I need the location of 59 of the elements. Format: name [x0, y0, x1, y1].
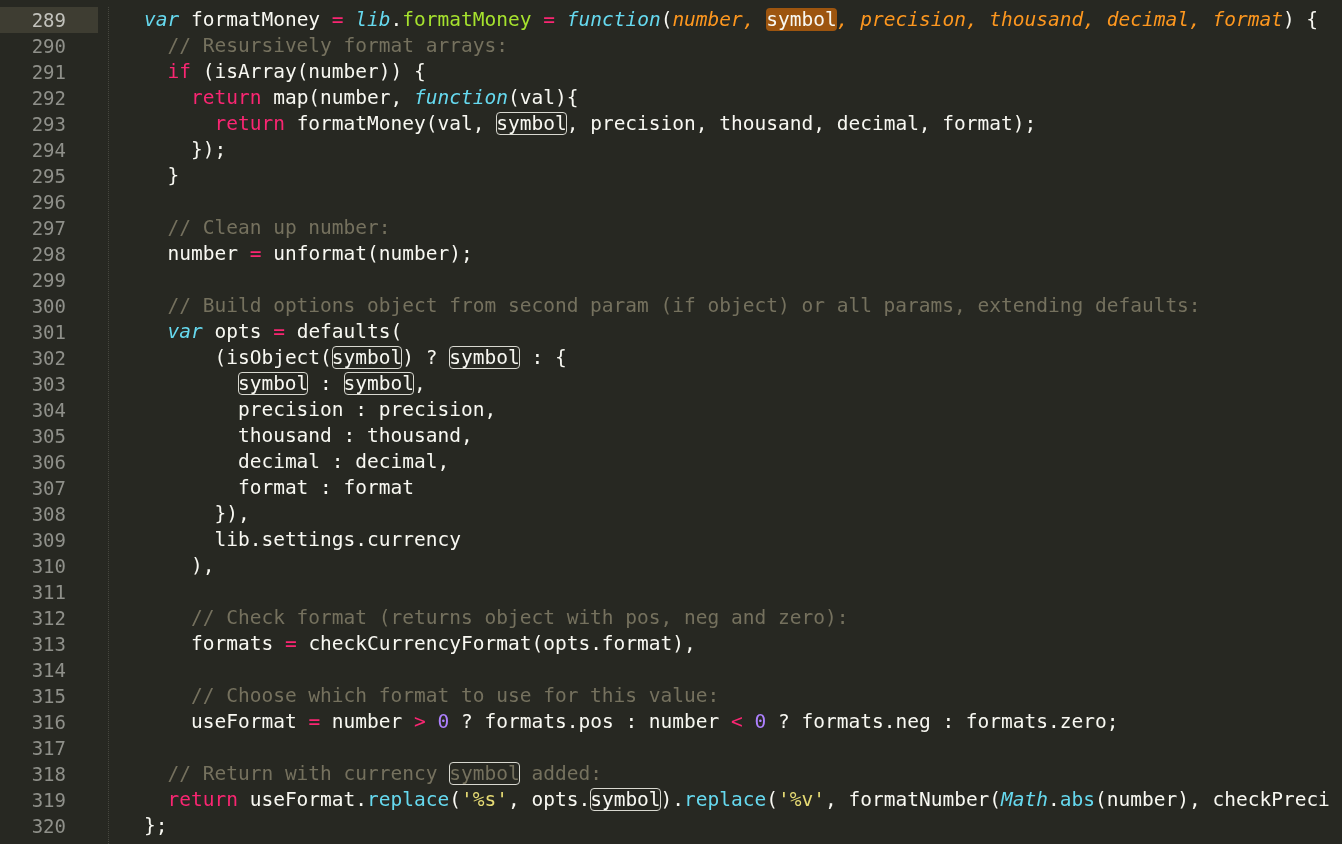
code-line: // Clean up number: [166, 215, 392, 241]
line-number: 303 [30, 372, 67, 397]
code-line: lib.settings.currency [213, 527, 462, 553]
line-number: 291 [30, 60, 67, 85]
line-number: 295 [30, 164, 67, 189]
line-number: 305 [30, 424, 67, 449]
code-line: }), [213, 501, 251, 527]
line-number: 293 [30, 112, 67, 137]
line-number: 296 [30, 190, 67, 215]
code-line: // Resursively format arrays: [166, 33, 509, 59]
code-line: useFormat = number > 0 ? formats.pos : number < 0 ? formats.neg : formats.zero; [189, 709, 1120, 735]
line-number: 319 [30, 788, 67, 813]
code-line: // Choose which format to use for this value: [189, 683, 721, 709]
code-line: }; [144, 813, 169, 839]
line-number: 307 [30, 476, 67, 501]
code-line: // Return with currency symbol added: [166, 761, 603, 787]
code-line: // Check format (returns object with pos, neg and zero): [189, 605, 850, 631]
code-line: return formatMoney(val, symbol, precision, thousand, decimal, format); [213, 111, 1038, 137]
line-number: 300 [30, 294, 67, 319]
code-line: decimal : decimal, [236, 449, 451, 475]
line-number: 311 [30, 580, 67, 605]
code-line: number = unformat(number); [166, 241, 474, 267]
line-number: 290 [30, 34, 67, 59]
line-number: 302 [30, 346, 67, 371]
line-number: 308 [30, 502, 67, 527]
line-number: 318 [30, 762, 67, 787]
line-number: 292 [30, 86, 67, 111]
code-line: // Build options object from second param (if object) or all params, extending defaults: [166, 293, 1202, 319]
line-number: 298 [30, 242, 67, 267]
code-line: return useFormat.replace('%s', opts.symbol).replace('%v', formatNumber(Math.abs(number), checkPreci [166, 787, 1330, 813]
line-number: 297 [30, 216, 67, 241]
line-number: 315 [30, 684, 67, 709]
code-line: formats = checkCurrencyFormat(opts.format), [189, 631, 697, 657]
code-line: thousand : thousand, [236, 423, 474, 449]
line-number: 301 [30, 320, 67, 345]
line-number: 320 [30, 814, 67, 839]
line-number: 289 [0, 7, 98, 33]
line-number: 317 [30, 736, 67, 761]
line-number: 306 [30, 450, 67, 475]
line-number: 316 [30, 710, 67, 735]
code-line: format : format [236, 475, 416, 501]
line-number: 310 [30, 554, 67, 579]
line-number: 294 [30, 138, 67, 163]
code-line: return map(number, function(val){ [189, 85, 580, 111]
line-number: 299 [30, 268, 67, 293]
code-line: var formatMoney = lib.formatMoney = function(number, symbol, precision, thousand, decimal, format) { [144, 7, 1320, 33]
code-line: ), [189, 553, 216, 579]
line-number: 313 [30, 632, 67, 657]
code-line: if (isArray(number)) { [166, 59, 427, 85]
code-line: var opts = defaults( [166, 319, 404, 345]
code-line: } [166, 163, 181, 189]
code-line: symbol : symbol, [236, 371, 427, 397]
code-line: precision : precision, [236, 397, 498, 423]
code-line: (isObject(symbol) ? symbol : { [213, 345, 568, 371]
line-number: 304 [30, 398, 67, 423]
code-line: }); [189, 137, 228, 163]
line-number: 309 [30, 528, 67, 553]
line-number: 314 [30, 658, 67, 683]
line-number: 312 [30, 606, 67, 631]
